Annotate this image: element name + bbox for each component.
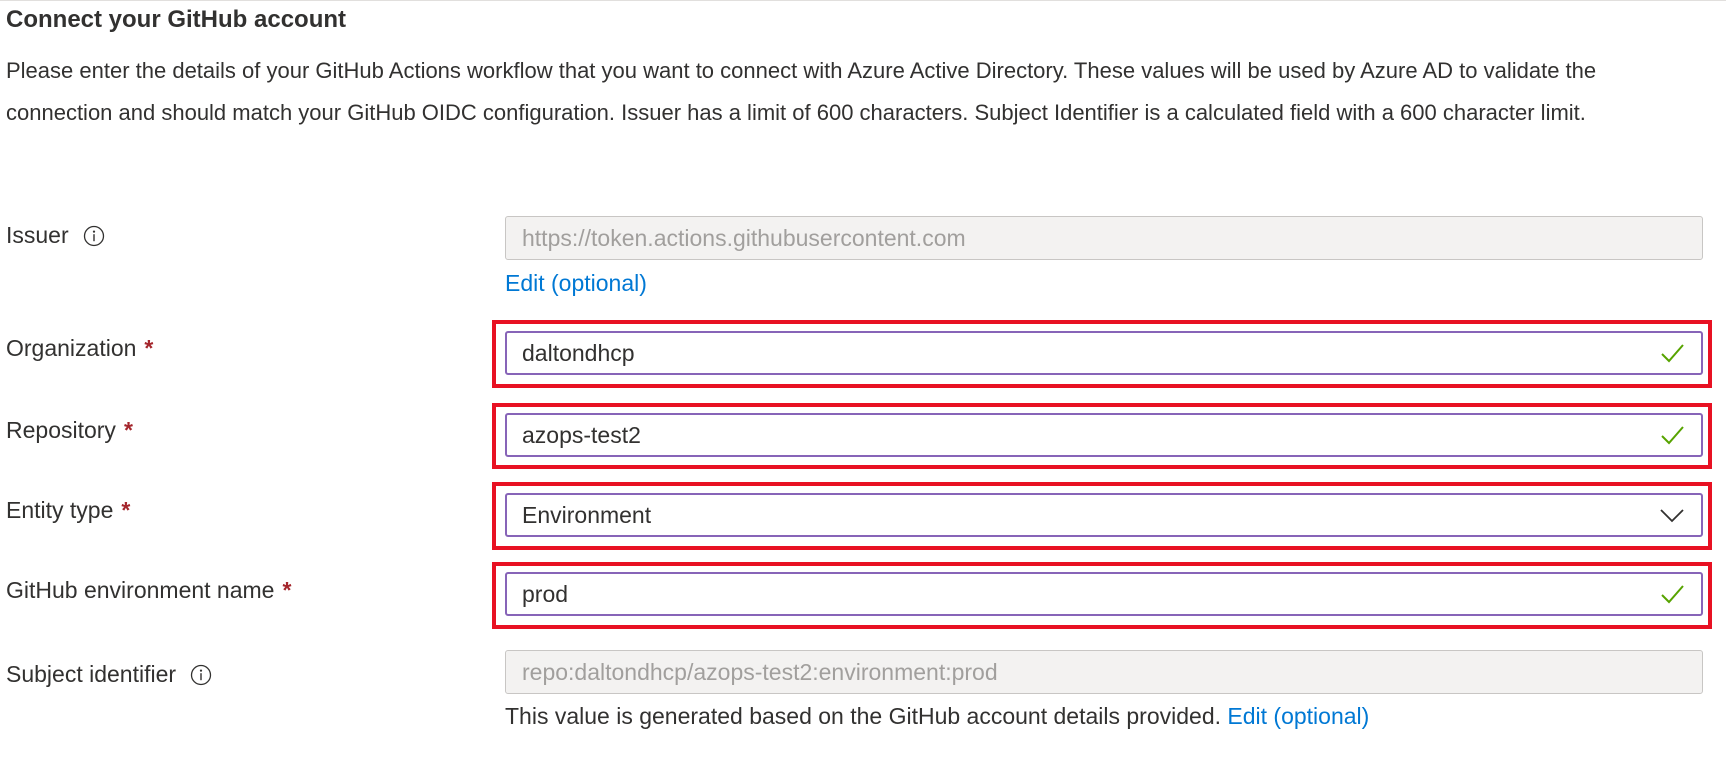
organization-label-text: Organization [6,335,137,361]
required-marker: * [123,417,133,443]
issuer-input[interactable]: https://token.actions.githubusercontent.… [505,216,1703,260]
info-icon[interactable] [190,664,212,686]
subject-identifier-value: repo:daltondhcp/azops-test2:environment:… [522,658,998,685]
issuer-label: Issuer [6,222,105,249]
subject-identifier-help: This value is generated based on the Git… [505,703,1369,730]
subject-identifier-label: Subject identifier [6,661,212,688]
environment-name-value: prod [522,580,569,607]
organization-value: daltondhcp [522,339,635,366]
checkmark-icon [1659,422,1685,448]
checkmark-icon [1659,581,1685,607]
required-marker: * [282,577,292,603]
entity-type-dropdown[interactable]: Environment [505,493,1703,537]
organization-input[interactable]: daltondhcp [505,331,1703,375]
repository-label-text: Repository [6,417,116,443]
issuer-edit-link[interactable]: Edit (optional) [505,270,647,297]
subject-identifier-input[interactable]: repo:daltondhcp/azops-test2:environment:… [505,650,1703,694]
entity-type-value: Environment [522,501,652,528]
entity-type-label: Entity type * [6,497,130,524]
section-description: Please enter the details of your GitHub … [6,58,1597,125]
environment-name-label-text: GitHub environment name [6,577,275,603]
section-title: Connect your GitHub account [6,6,347,33]
subject-identifier-edit-link[interactable]: Edit (optional) [1227,703,1369,729]
organization-label: Organization * [6,335,153,362]
top-divider [0,0,1726,1]
subject-identifier-label-text: Subject identifier [6,661,177,687]
environment-name-input[interactable]: prod [505,572,1703,616]
entity-type-label-text: Entity type [6,497,114,523]
issuer-value: https://token.actions.githubusercontent.… [522,224,966,251]
subject-identifier-help-text: This value is generated based on the Git… [505,703,1221,729]
chevron-down-icon[interactable] [1659,502,1685,528]
info-icon[interactable] [83,225,105,247]
required-marker: * [121,497,131,523]
repository-input[interactable]: azops-test2 [505,413,1703,457]
repository-value: azops-test2 [522,421,641,448]
issuer-label-text: Issuer [6,222,69,248]
required-marker: * [144,335,154,361]
environment-name-label: GitHub environment name * [6,577,291,604]
checkmark-icon [1659,340,1685,366]
repository-label: Repository * [6,417,133,444]
